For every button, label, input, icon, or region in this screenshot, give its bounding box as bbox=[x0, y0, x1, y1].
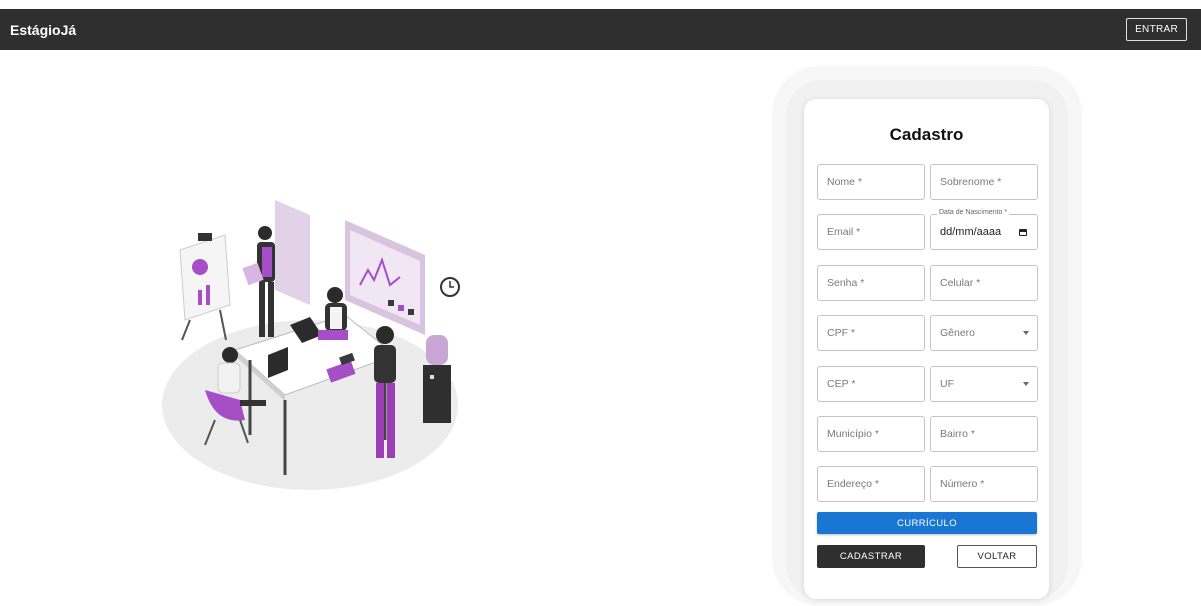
birthdate-value: dd/mm/aaaa bbox=[940, 226, 1002, 238]
chevron-down-icon bbox=[1023, 382, 1029, 386]
numero-field[interactable]: Número * bbox=[930, 466, 1038, 502]
endereco-placeholder: Endereço * bbox=[827, 478, 879, 490]
office-team-illustration bbox=[162, 200, 460, 490]
nome-placeholder: Nome * bbox=[827, 176, 863, 188]
numero-placeholder: Número * bbox=[940, 478, 985, 490]
birthdate-label: Data de Nascimento * bbox=[937, 209, 1010, 216]
bairro-field[interactable]: Bairro * bbox=[930, 416, 1038, 452]
curriculo-upload-button[interactable]: CURRÍCULO bbox=[817, 512, 1037, 534]
cadastrar-button[interactable]: CADASTRAR bbox=[817, 545, 925, 568]
cep-placeholder: CEP * bbox=[827, 378, 856, 390]
top-app-bar: EstágioJá ENTRAR bbox=[0, 9, 1201, 50]
email-field[interactable]: Email * bbox=[817, 214, 925, 250]
sobrenome-field[interactable]: Sobrenome * bbox=[930, 164, 1038, 200]
municipio-field[interactable]: Município * bbox=[817, 416, 925, 452]
celular-placeholder: Celular * bbox=[940, 277, 981, 289]
cpf-field[interactable]: CPF * bbox=[817, 315, 925, 351]
chevron-down-icon bbox=[1023, 331, 1029, 335]
login-button[interactable]: ENTRAR bbox=[1126, 18, 1187, 41]
genero-placeholder: Gênero bbox=[940, 327, 976, 339]
birthdate-field[interactable]: Data de Nascimento * dd/mm/aaaa bbox=[930, 209, 1038, 250]
senha-placeholder: Senha * bbox=[827, 277, 865, 289]
nome-field[interactable]: Nome * bbox=[817, 164, 925, 200]
voltar-button[interactable]: VOLTAR bbox=[957, 545, 1037, 568]
bairro-placeholder: Bairro * bbox=[940, 428, 976, 440]
cep-field[interactable]: CEP * bbox=[817, 366, 925, 402]
form-title: Cadastro bbox=[889, 125, 964, 144]
municipio-placeholder: Município * bbox=[827, 428, 879, 440]
uf-placeholder: UF bbox=[940, 378, 954, 390]
cpf-placeholder: CPF * bbox=[827, 327, 856, 339]
senha-field[interactable]: Senha * bbox=[817, 265, 925, 301]
brand-logo-text[interactable]: EstágioJá bbox=[10, 22, 76, 38]
uf-select[interactable]: UF bbox=[930, 366, 1038, 402]
email-placeholder: Email * bbox=[827, 226, 861, 238]
celular-field[interactable]: Celular * bbox=[930, 265, 1038, 301]
calendar-icon[interactable] bbox=[1019, 229, 1027, 236]
endereco-field[interactable]: Endereço * bbox=[817, 466, 925, 502]
genero-select[interactable]: Gênero bbox=[930, 315, 1038, 351]
sobrenome-placeholder: Sobrenome * bbox=[940, 176, 1002, 188]
